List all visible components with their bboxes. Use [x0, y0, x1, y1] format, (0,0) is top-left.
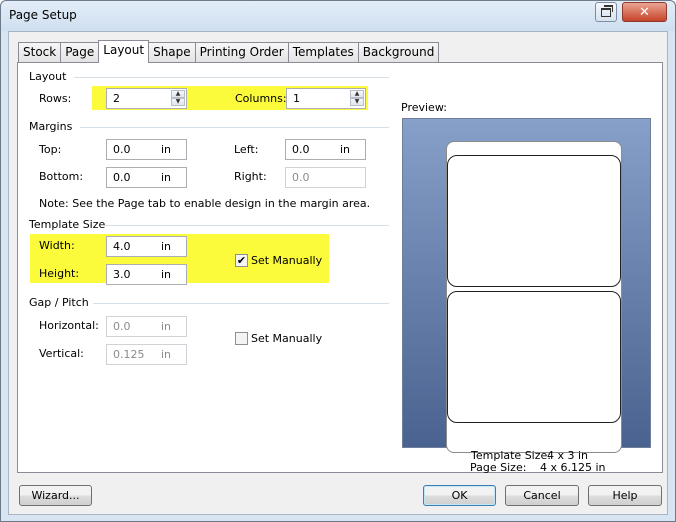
tab-background[interactable]: Background [357, 42, 440, 62]
preview-label-1 [447, 155, 621, 287]
spin-down-icon[interactable]: ▼ [171, 98, 185, 106]
spin-down-icon[interactable]: ▼ [350, 98, 364, 106]
margin-bottom-label: Bottom: [39, 170, 84, 183]
dialog-body: Stock Page Layout Shape Printing Order T… [8, 31, 668, 515]
layout-group-label: Layout [29, 70, 67, 83]
cancel-button[interactable]: Cancel [505, 485, 579, 506]
title-bar: Page Setup ✕ [1, 1, 675, 31]
vertical-value: 0.125 [113, 348, 145, 361]
rows-spin-buttons[interactable]: ▲ ▼ [171, 90, 185, 107]
vertical-label: Vertical: [39, 347, 84, 360]
columns-value: 1 [293, 92, 300, 105]
help-button[interactable]: Help [588, 485, 662, 506]
margin-top-value: 0.0 [113, 143, 131, 156]
height-unit: in [161, 268, 172, 281]
columns-label: Columns: [235, 92, 287, 105]
margin-top-unit: in [161, 143, 172, 156]
margin-left-field[interactable]: 0.0 in [285, 139, 366, 160]
spin-up-icon[interactable]: ▲ [171, 90, 185, 98]
width-label: Width: [39, 239, 75, 252]
vertical-gap-field[interactable]: 0.125 in [106, 344, 187, 365]
margin-top-field[interactable]: 0.0 in [106, 139, 187, 160]
template-size-info-label: Template Size: [471, 449, 551, 462]
page-size-value: 4 x 6.125 in [540, 461, 606, 474]
margin-bottom-field[interactable]: 0.0 in [106, 167, 187, 188]
restore-icon [601, 4, 613, 17]
tab-shape[interactable]: Shape [148, 42, 196, 62]
width-field[interactable]: 4.0 in [106, 236, 187, 257]
margin-left-unit: in [340, 143, 351, 156]
margin-bottom-value: 0.0 [113, 171, 131, 184]
preview-canvas [402, 118, 651, 453]
columns-spinner[interactable]: 1 ▲ ▼ [286, 88, 366, 109]
margin-right-label: Right: [234, 170, 267, 183]
gap-pitch-divider [93, 303, 389, 304]
tab-templates[interactable]: Templates [287, 42, 359, 62]
vertical-unit: in [161, 348, 172, 361]
tab-stock[interactable]: Stock [18, 42, 62, 62]
tab-page[interactable]: Page [60, 42, 100, 62]
gap-set-manually-checkbox[interactable] [235, 332, 248, 345]
height-field[interactable]: 3.0 in [106, 264, 187, 285]
columns-spin-buttons[interactable]: ▲ ▼ [350, 90, 364, 107]
preview-label: Preview: [401, 101, 447, 114]
margins-group-label: Margins [29, 120, 73, 133]
width-unit: in [161, 240, 172, 253]
horizontal-label: Horizontal: [39, 319, 99, 332]
tab-strip: Stock Page Layout Shape Printing Order T… [18, 40, 440, 63]
page-setup-dialog: Page Setup ✕ Stock Page Layout Shape Pri… [0, 0, 676, 522]
margins-divider [80, 127, 389, 128]
checkmark-icon: ✔ [236, 254, 247, 267]
rows-label: Rows: [39, 92, 72, 105]
preview-label-2 [447, 291, 621, 423]
margin-top-label: Top: [39, 143, 62, 156]
margin-right-value: 0.0 [292, 171, 310, 184]
template-set-manually-checkbox[interactable]: ✔ [235, 254, 248, 267]
preview-page [446, 141, 622, 453]
restore-button[interactable] [595, 2, 617, 22]
page-size-label: Page Size: [470, 461, 527, 474]
ok-button[interactable]: OK [423, 485, 496, 506]
rows-spinner[interactable]: 2 ▲ ▼ [106, 88, 187, 109]
template-set-manually-label: Set Manually [251, 254, 323, 267]
margin-note: Note: See the Page tab to enable design … [39, 197, 371, 210]
margin-left-value: 0.0 [292, 143, 310, 156]
close-button[interactable]: ✕ [622, 2, 667, 22]
margin-right-field[interactable]: 0.0 [285, 167, 366, 188]
margin-bottom-unit: in [161, 171, 172, 184]
template-size-divider [101, 225, 389, 226]
layout-tab-panel: Layout Rows: 2 ▲ ▼ Columns: 1 ▲ ▼ Margin [17, 62, 663, 474]
horizontal-unit: in [161, 320, 172, 333]
window-title: Page Setup [9, 8, 77, 22]
gap-set-manually-label: Set Manually [251, 332, 323, 345]
width-value: 4.0 [113, 240, 131, 253]
margin-left-label: Left: [234, 143, 259, 156]
layout-divider [74, 77, 389, 78]
template-size-group-label: Template Size [29, 218, 106, 231]
horizontal-value: 0.0 [113, 320, 131, 333]
close-icon: ✕ [639, 4, 650, 20]
spin-up-icon[interactable]: ▲ [350, 90, 364, 98]
tab-layout[interactable]: Layout [98, 40, 150, 63]
horizontal-gap-field[interactable]: 0.0 in [106, 316, 187, 337]
template-size-info-value: 4 x 3 in [547, 449, 589, 462]
wizard-button[interactable]: Wizard... [19, 485, 92, 506]
height-label: Height: [39, 267, 80, 280]
gap-pitch-group-label: Gap / Pitch [29, 296, 89, 309]
tab-printing-order[interactable]: Printing Order [194, 42, 289, 62]
height-value: 3.0 [113, 268, 131, 281]
rows-value: 2 [113, 92, 120, 105]
